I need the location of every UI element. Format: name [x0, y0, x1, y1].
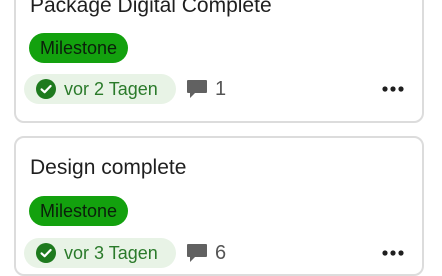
task-card[interactable]: Package Digital Complete Milestone vor 2…: [14, 0, 424, 123]
more-horizontal-icon: [382, 250, 404, 256]
due-date-text: vor 2 Tagen: [64, 79, 158, 99]
due-date-badge: vor 2 Tagen: [24, 74, 176, 104]
more-horizontal-icon: [382, 86, 404, 92]
milestone-tag: Milestone: [29, 33, 129, 63]
card-title: Design complete: [30, 156, 187, 179]
comment-count: 1: [215, 78, 227, 100]
due-date-text: vor 3 Tagen: [64, 243, 158, 263]
task-card[interactable]: Design complete Milestone vor 3 Tagen 6: [14, 136, 424, 276]
comment-icon: [186, 243, 208, 263]
more-options-button[interactable]: [376, 238, 410, 268]
card-title: Package Digital Complete: [30, 0, 272, 17]
check-circle-icon: [36, 243, 56, 263]
comments-indicator: 1: [186, 74, 226, 104]
due-date-badge: vor 3 Tagen: [24, 238, 176, 268]
comment-icon: [186, 79, 208, 99]
more-options-button[interactable]: [376, 74, 410, 104]
check-circle-icon: [36, 79, 56, 99]
comment-count: 6: [215, 242, 227, 264]
comments-indicator: 6: [186, 238, 226, 268]
milestone-tag: Milestone: [29, 196, 129, 226]
